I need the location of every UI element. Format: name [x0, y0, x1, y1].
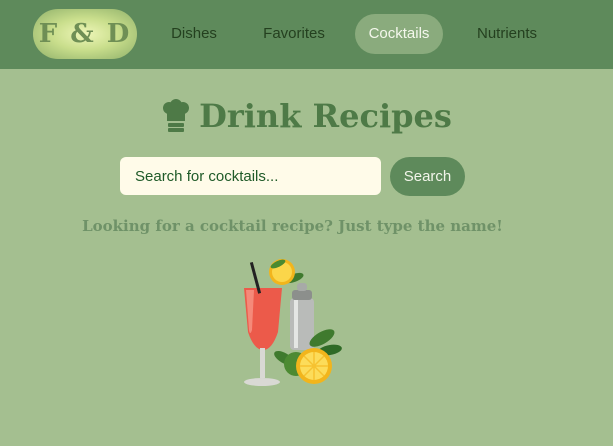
search-input[interactable]: [120, 157, 381, 195]
page-title-row: Drink Recipes: [0, 92, 613, 140]
nav-item-dishes[interactable]: Dishes: [157, 14, 231, 54]
site-logo[interactable]: F & D: [33, 9, 137, 59]
top-navbar: F & D Dishes Favorites Cocktails Nutrien…: [0, 0, 613, 69]
cocktail-illustration: [244, 259, 342, 386]
nav-item-nutrients[interactable]: Nutrients: [464, 14, 550, 54]
page-title: Drink Recipes: [199, 97, 452, 135]
nav-item-cocktails[interactable]: Cocktails: [355, 14, 443, 54]
chef-hat-icon: [163, 99, 190, 132]
search-button[interactable]: Search: [390, 157, 465, 196]
search-hint: Looking for a cocktail recipe? Just type…: [82, 217, 503, 235]
nav-item-favorites[interactable]: Favorites: [254, 14, 334, 54]
